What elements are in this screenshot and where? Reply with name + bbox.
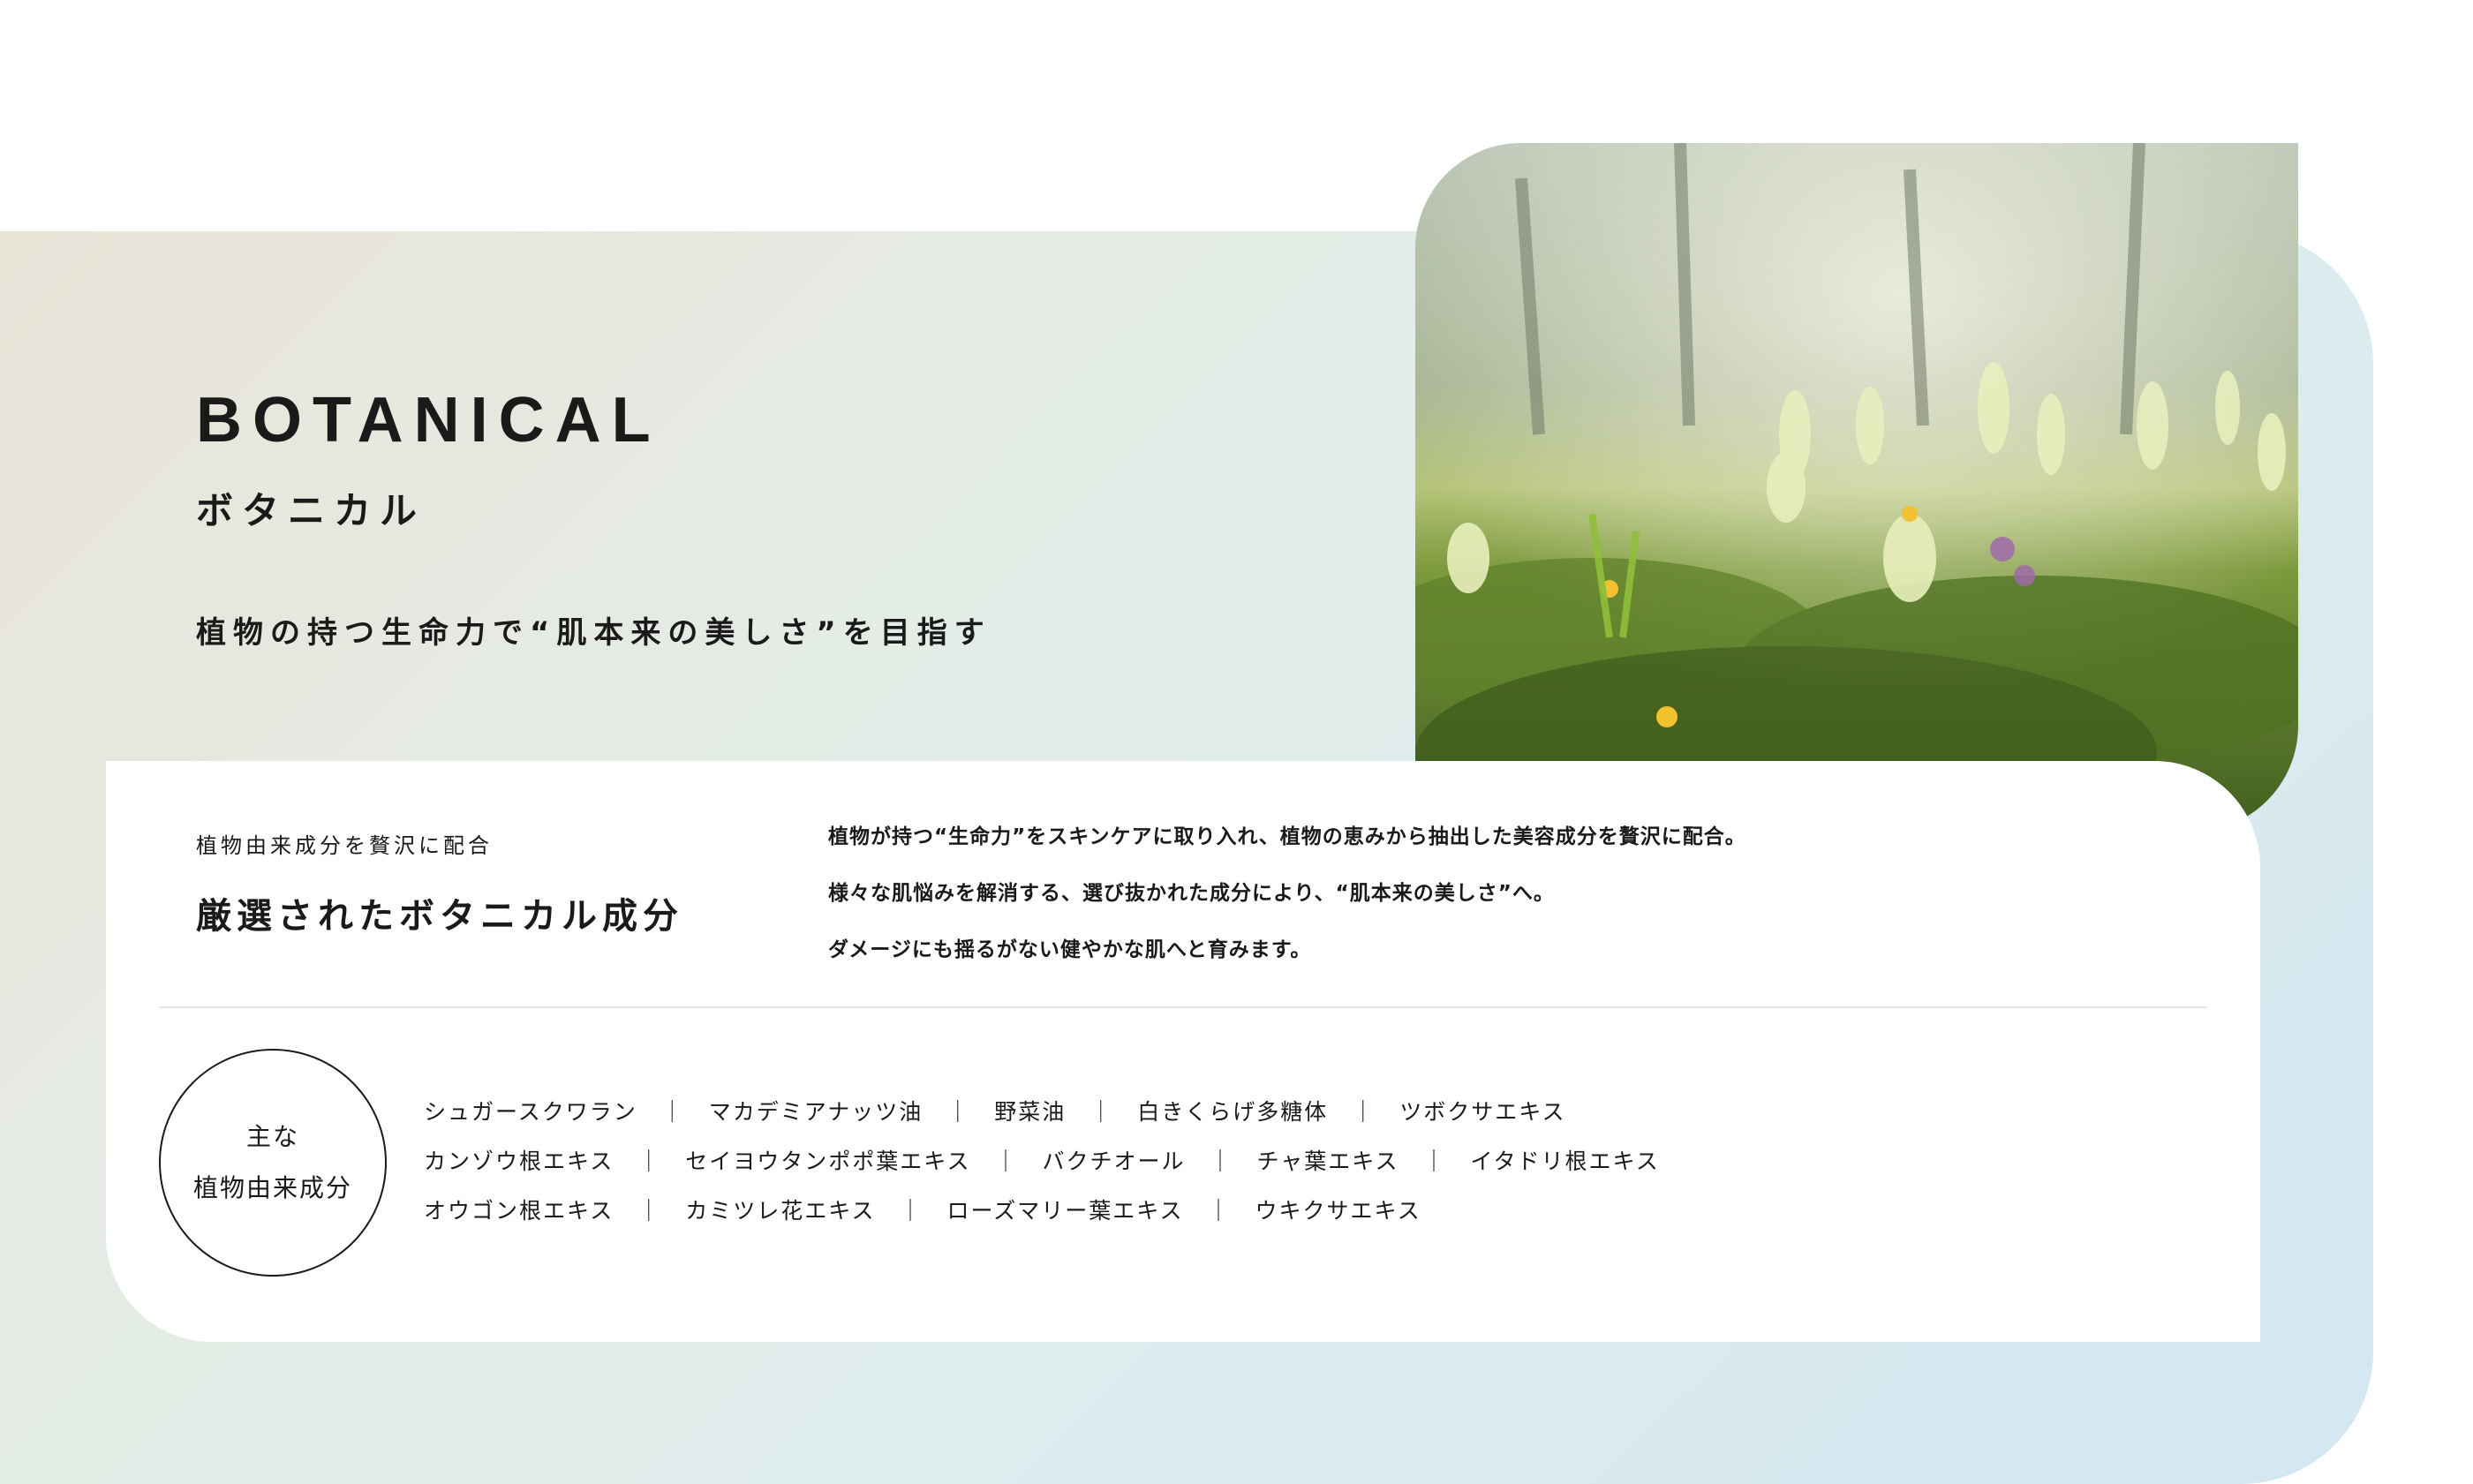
card-description: 植物が持つ“生命力”をスキンケアに取り入れ、植物の恵みから抽出した美容成分を贅沢… [828,809,2153,978]
ingredient-list: シュガースクワラン ｜ マカデミアナッツ油 ｜ 野菜油 ｜ 白きくらげ多糖体 ｜… [424,1088,1660,1236]
circle-badge-line: 主な [245,1122,299,1151]
ingredient-row: オウゴン根エキス ｜ カミツレ花エキス ｜ ローズマリー葉エキス ｜ ウキクサエ… [424,1198,1421,1224]
card-label: 植物由来成分を贅沢に配合 [196,833,493,858]
meadow-photo [1415,143,2298,832]
section-title-japanese: ボタニカル [196,489,426,532]
ingredient-row: カンゾウ根エキス ｜ セイヨウタンポポ葉エキス ｜ バクチオール ｜ チャ葉エキ… [424,1149,1660,1174]
page: BOTANICAL ボタニカル 植物の持つ生命力で“肌本来の美しさ”を目指す 植… [0,0,2473,1484]
ingredient-row: シュガースクワラン ｜ マカデミアナッツ油 ｜ 野菜油 ｜ 白きくらげ多糖体 ｜… [424,1099,1566,1125]
circle-badge-line: 植物由来成分 [192,1173,352,1202]
botanical-ingredients-card: 植物由来成分を贅沢に配合 厳選されたボタニカル成分 植物が持つ“生命力”をスキン… [106,761,2260,1342]
description-line: ダメージにも揺るがない健やかな肌へと育みます。 [828,938,1312,961]
divider [159,1006,2207,1008]
description-line: 植物が持つ“生命力”をスキンケアに取り入れ、植物の恵みから抽出した美容成分を贅沢… [828,825,1746,848]
section-tagline: 植物の持つ生命力で“肌本来の美しさ”を目指す [196,615,991,651]
meadow-photo-illustration [1415,143,2298,832]
main-ingredients-circle-badge: 主な 植物由来成分 [159,1049,387,1277]
description-line: 様々な肌悩みを解消する、選び抜かれた成分により、“肌本来の美しさ”へ。 [828,882,1555,905]
section-title-english: BOTANICAL [196,385,661,456]
card-heading: 厳選されたボタニカル成分 [196,896,683,937]
